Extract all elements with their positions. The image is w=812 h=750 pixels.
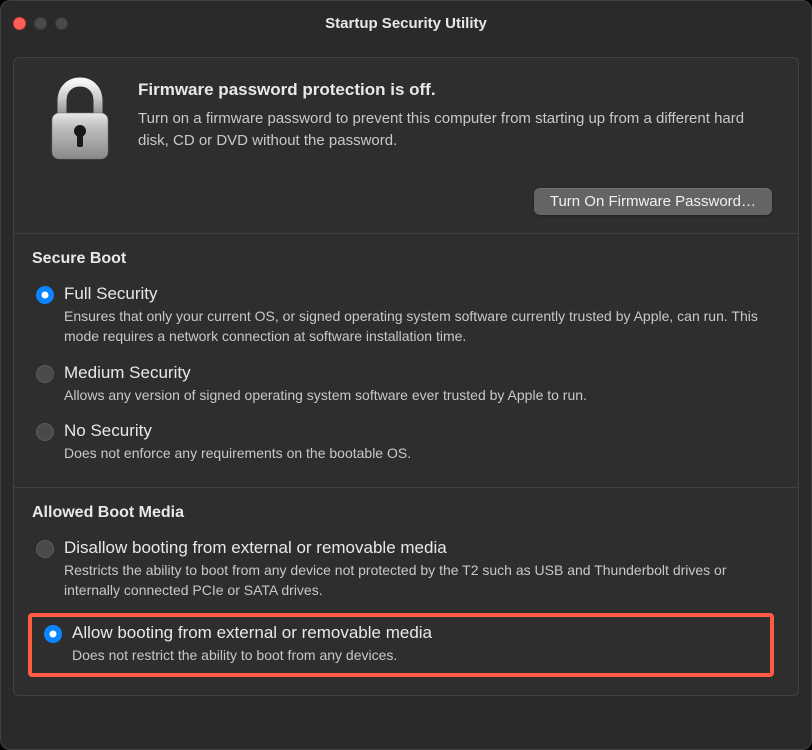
radio-icon xyxy=(36,365,54,383)
startup-security-window: Startup Security Utility xyxy=(0,0,812,750)
allowed-boot-media-title: Allowed Boot Media xyxy=(32,504,778,522)
boot-media-option-allow[interactable]: Allow booting from external or removable… xyxy=(44,623,762,665)
radio-icon xyxy=(36,423,54,441)
allowed-boot-media-section: Allowed Boot Media Disallow booting from… xyxy=(13,488,799,696)
firmware-button-row: Turn On Firmware Password… xyxy=(40,188,772,215)
radio-description: Ensures that only your current OS, or si… xyxy=(64,306,778,347)
minimize-window-button[interactable] xyxy=(34,17,47,30)
turn-on-firmware-password-button[interactable]: Turn On Firmware Password… xyxy=(534,188,772,215)
radio-label: Allow booting from external or removable… xyxy=(72,623,762,643)
secure-boot-option-full[interactable]: Full Security Ensures that only your cur… xyxy=(36,280,778,353)
highlight-annotation: Allow booting from external or removable… xyxy=(28,613,774,677)
radio-description: Does not enforce any requirements on the… xyxy=(64,443,778,463)
radio-content: Full Security Ensures that only your cur… xyxy=(64,284,778,347)
radio-label: Medium Security xyxy=(64,363,778,383)
radio-label: Full Security xyxy=(64,284,778,304)
radio-content: No Security Does not enforce any require… xyxy=(64,421,778,463)
traffic-lights xyxy=(13,17,68,30)
titlebar: Startup Security Utility xyxy=(1,1,811,45)
window-title: Startup Security Utility xyxy=(1,15,811,32)
secure-boot-title: Secure Boot xyxy=(32,250,778,268)
secure-boot-section: Secure Boot Full Security Ensures that o… xyxy=(13,234,799,488)
firmware-password-section: Firmware password protection is off. Tur… xyxy=(13,57,799,234)
radio-content: Medium Security Allows any version of si… xyxy=(64,363,778,405)
boot-media-option-disallow[interactable]: Disallow booting from external or remova… xyxy=(36,534,778,607)
radio-description: Allows any version of signed operating s… xyxy=(64,385,778,405)
firmware-description: Turn on a firmware password to prevent t… xyxy=(138,108,772,152)
content-area: Firmware password protection is off. Tur… xyxy=(1,57,811,696)
radio-icon xyxy=(36,540,54,558)
firmware-status-title: Firmware password protection is off. xyxy=(138,80,772,100)
firmware-text: Firmware password protection is off. Tur… xyxy=(138,76,772,152)
maximize-window-button[interactable] xyxy=(55,17,68,30)
radio-icon xyxy=(44,625,62,643)
radio-label: Disallow booting from external or remova… xyxy=(64,538,778,558)
radio-description: Does not restrict the ability to boot fr… xyxy=(72,645,762,665)
radio-content: Allow booting from external or removable… xyxy=(72,623,762,665)
radio-description: Restricts the ability to boot from any d… xyxy=(64,560,778,601)
radio-content: Disallow booting from external or remova… xyxy=(64,538,778,601)
radio-icon xyxy=(36,286,54,304)
radio-label: No Security xyxy=(64,421,778,441)
secure-boot-option-medium[interactable]: Medium Security Allows any version of si… xyxy=(36,359,778,411)
lock-icon xyxy=(40,76,120,164)
close-window-button[interactable] xyxy=(13,17,26,30)
secure-boot-option-none[interactable]: No Security Does not enforce any require… xyxy=(36,417,778,469)
firmware-header: Firmware password protection is off. Tur… xyxy=(40,76,772,164)
